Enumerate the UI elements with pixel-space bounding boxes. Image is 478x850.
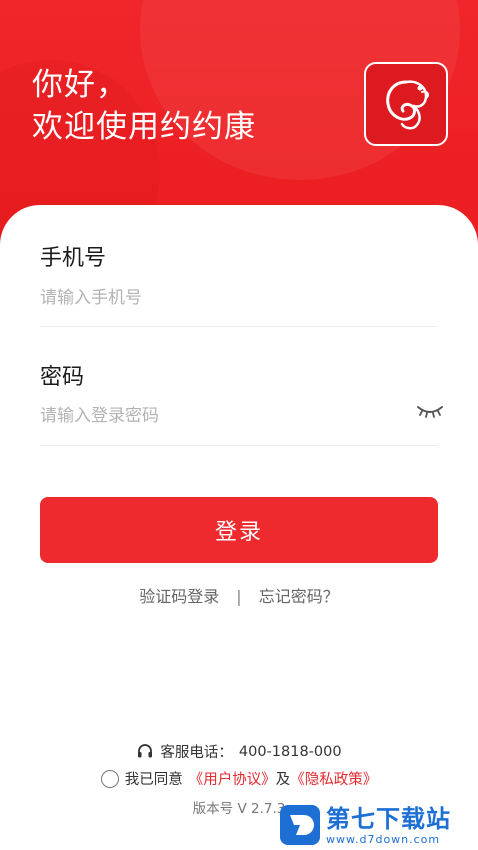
watermark-url: www.d7down.com (326, 832, 441, 846)
login-button[interactable]: 登录 (40, 497, 438, 563)
user-agreement-link[interactable]: 《用户协议》 (189, 768, 276, 789)
agreement-row: 我已同意 《用户协议》 及 《隐私政策》 (0, 768, 478, 789)
forgot-password-link[interactable]: 忘记密码？ (259, 583, 339, 607)
phone-label: 手机号 (40, 246, 107, 271)
greeting-line-2: 欢迎使用约约康 (32, 109, 256, 145)
phone-divider (40, 326, 438, 327)
sms-login-link[interactable]: 验证码登录 (139, 583, 219, 607)
welcome-text: 你好， 欢迎使用约约康 (32, 64, 256, 148)
phoenix-logo-icon (386, 80, 430, 130)
agree-radio[interactable] (100, 769, 119, 788)
phone-input[interactable] (40, 278, 438, 318)
watermark: 第七下载站 www.d7down.com (280, 800, 476, 850)
login-links: 验证码登录 | 忘记密码？ (0, 583, 478, 607)
service-label: 客服电话： (160, 745, 233, 761)
app-logo (364, 62, 448, 146)
customer-service: 客服电话： 400-1818-000 (0, 741, 478, 762)
link-separator: | (236, 587, 242, 606)
watermark-logo-icon (280, 805, 320, 845)
password-divider (40, 445, 438, 446)
password-label: 密码 (40, 365, 85, 390)
service-phone[interactable]: 400-1818-000 (239, 744, 342, 760)
watermark-title: 第七下载站 (326, 804, 451, 833)
agree-prefix: 我已同意 (124, 772, 183, 788)
agree-and: 及 (275, 772, 291, 788)
password-input[interactable] (40, 396, 410, 436)
privacy-policy-link[interactable]: 《隐私政策》 (290, 768, 377, 789)
headset-icon (138, 743, 153, 757)
greeting-line-1: 你好， (32, 67, 128, 103)
eye-closed-icon[interactable] (416, 401, 444, 421)
